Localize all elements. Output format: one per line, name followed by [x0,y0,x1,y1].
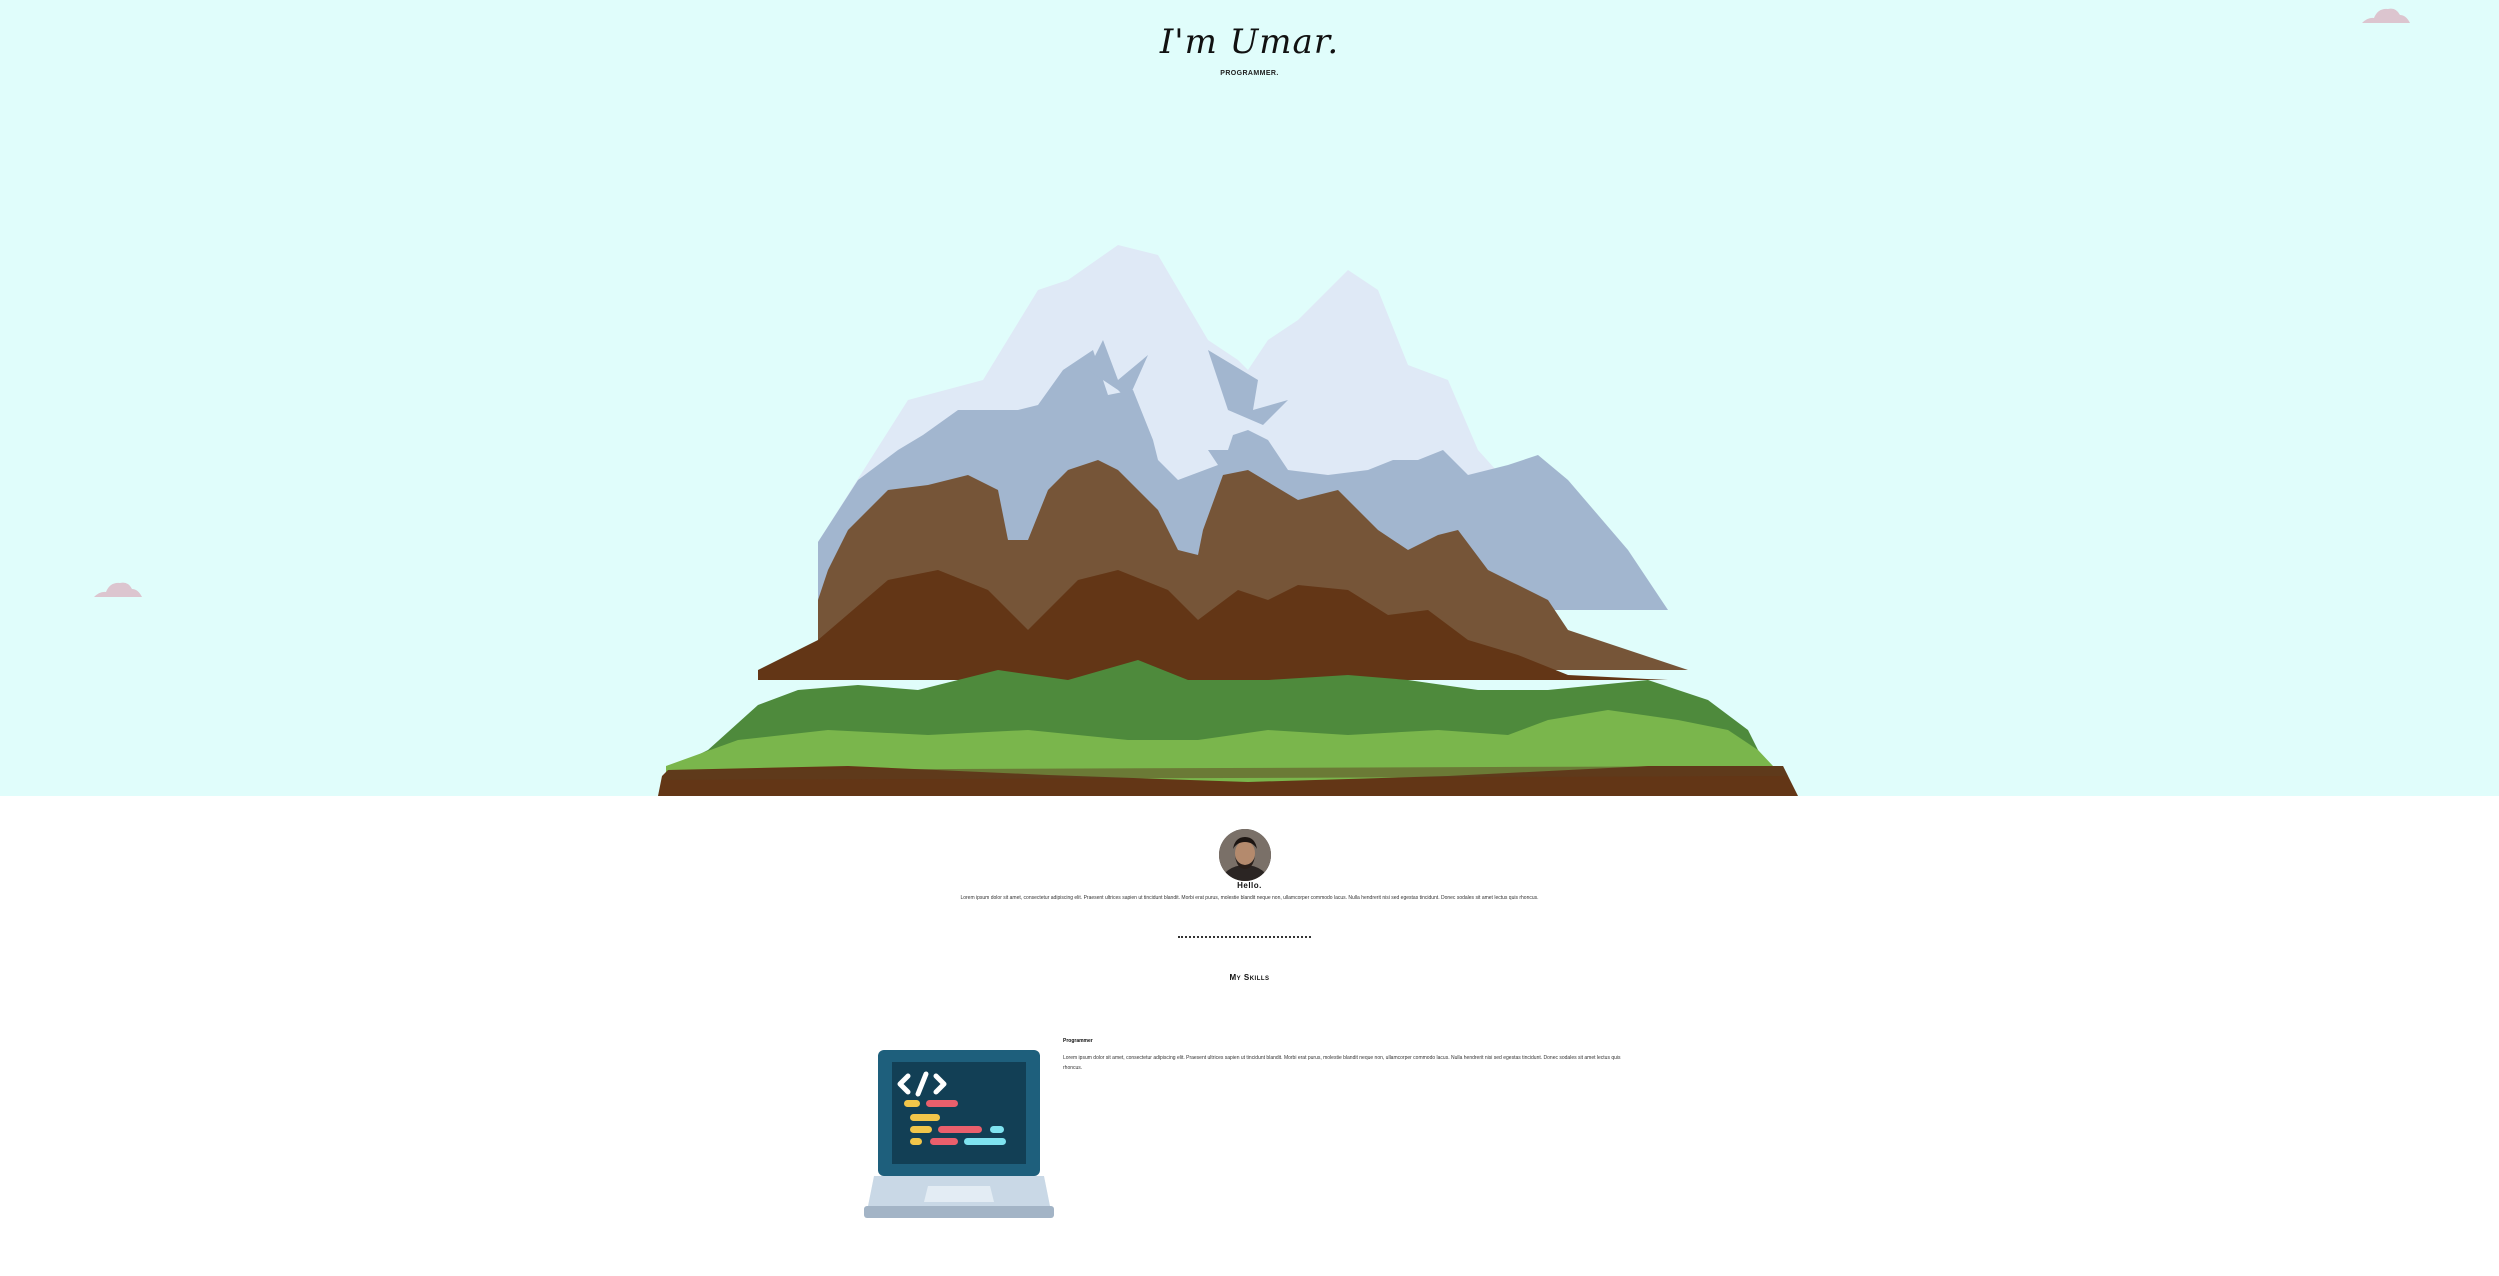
mountain-illustration [658,245,1798,796]
skill-name: Programmer [1063,1038,1093,1044]
hero-subtitle: PROGRAMMER. [1220,70,1279,77]
cloud-icon [94,582,142,597]
skill-description: Lorem ipsum dolor sit amet, consectetur … [1063,1055,1621,1071]
about-text: Lorem ipsum dolor sit amet, consectetur … [960,895,1539,901]
hero-title: I'm Umar. [1159,22,1340,62]
hero-section: I'm Umar. PROGRAMMER. [0,0,2499,796]
section-divider [1178,936,1311,938]
avatar [1219,829,1271,881]
cloud-icon [2362,8,2410,23]
greeting: Hello. [1237,881,1262,890]
skills-title: My Skills [1229,973,1270,982]
profile-photo [1219,829,1271,881]
laptop-code-icon [864,1050,1054,1218]
